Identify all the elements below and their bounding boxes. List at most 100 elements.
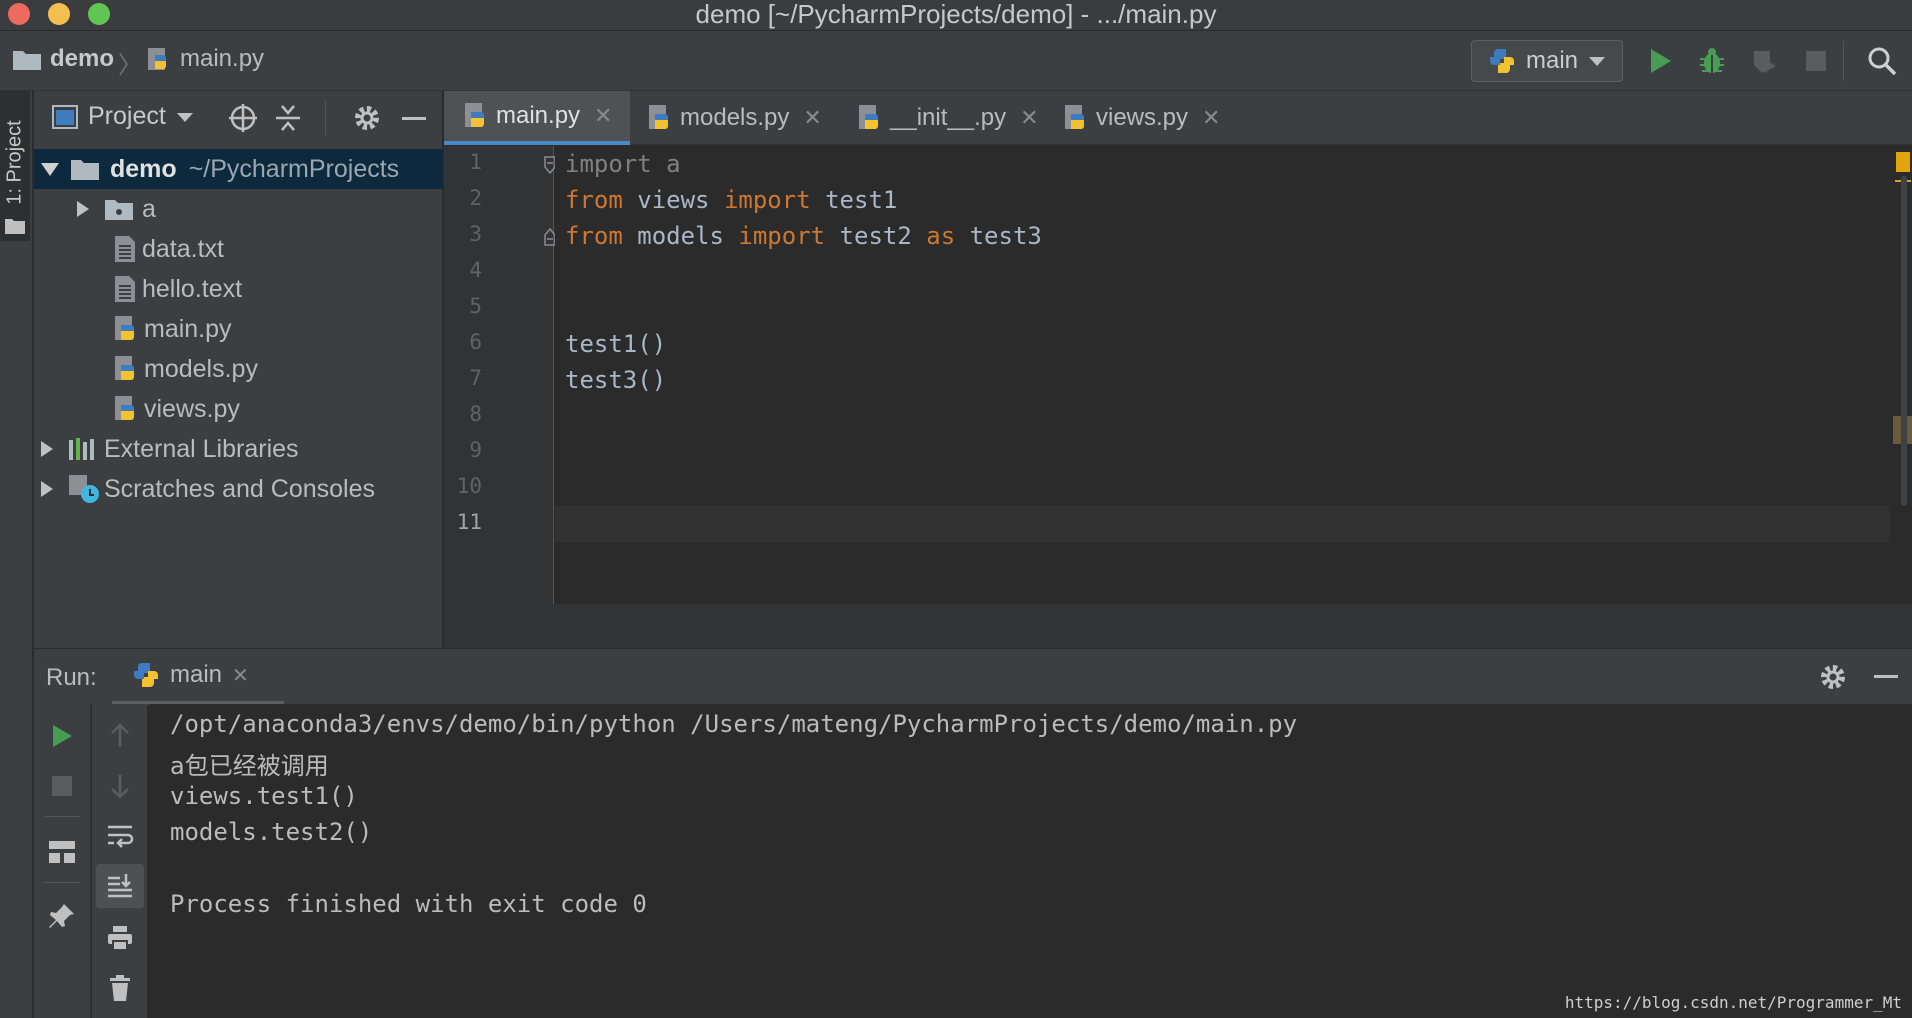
- run-settings-button[interactable]: [1818, 662, 1848, 697]
- console-line: /opt/anaconda3/envs/demo/bin/python /Use…: [170, 710, 1298, 738]
- bug-icon: [1700, 48, 1724, 73]
- gear-icon: [355, 106, 379, 130]
- tree-item-label: External Libraries: [104, 434, 299, 463]
- next-occurrence-button[interactable]: [92, 764, 148, 808]
- tab-views-py[interactable]: views.py ✕: [1064, 91, 1220, 145]
- debug-button[interactable]: [1694, 43, 1730, 79]
- tab-main-py[interactable]: main.py ✕: [444, 91, 630, 145]
- line-number: 3: [469, 222, 482, 246]
- tab-label: models.py: [680, 104, 790, 131]
- tree-item-a[interactable]: a: [34, 189, 443, 229]
- restore-layout-button[interactable]: [34, 830, 90, 874]
- breadcrumb-file[interactable]: main.py: [146, 45, 264, 73]
- console-line: models.test2(): [170, 818, 373, 846]
- pin-tab-button[interactable]: [34, 894, 90, 938]
- tab-label: main.py: [496, 102, 581, 129]
- tab-label: __init__.py: [890, 104, 1007, 131]
- hide-run-panel-button[interactable]: [1874, 675, 1898, 678]
- project-tool-window-tab[interactable]: 1: Project: [0, 91, 30, 241]
- layout-icon: [49, 841, 75, 863]
- python-icon: [1490, 49, 1514, 73]
- close-tab-icon[interactable]: ✕: [1202, 105, 1220, 131]
- collapsed-arrow-icon: [41, 481, 53, 497]
- run-button[interactable]: [1642, 43, 1678, 79]
- breadcrumb-project[interactable]: demo: [12, 45, 114, 73]
- search-everywhere-button[interactable]: [1864, 43, 1900, 79]
- scrollbar-thumb[interactable]: [1901, 176, 1907, 506]
- code-line-6: test1(): [565, 330, 667, 358]
- locate-file-button[interactable]: [228, 103, 258, 138]
- print-button[interactable]: [92, 916, 148, 960]
- breadcrumb-file-label: main.py: [180, 45, 265, 72]
- code-token: views: [622, 186, 724, 214]
- run-with-coverage-button[interactable]: [1746, 43, 1782, 79]
- hide-panel-button[interactable]: [402, 117, 426, 120]
- scroll-to-end-button[interactable]: [96, 864, 144, 908]
- code-token: import: [565, 150, 652, 178]
- line-number: 5: [469, 294, 482, 318]
- line-number: 8: [469, 402, 482, 426]
- stop-run-button[interactable]: [34, 764, 90, 808]
- run-toolbar-secondary: [92, 704, 148, 1018]
- printer-icon: [108, 926, 132, 951]
- window-title: demo [~/PycharmProjects/demo] - .../main…: [695, 0, 1217, 29]
- pin-icon: [49, 904, 74, 928]
- previous-occurrence-button[interactable]: [92, 714, 148, 758]
- scroll-to-end-icon: [108, 874, 132, 898]
- stop-icon: [52, 776, 72, 796]
- text-file-icon: [115, 236, 135, 262]
- run-configuration-selector[interactable]: main: [1471, 40, 1623, 82]
- package-folder-icon: [105, 200, 133, 220]
- collapsed-arrow-icon: [77, 201, 89, 217]
- breadcrumb-project-label: demo: [50, 45, 115, 72]
- code-editor[interactable]: import a from views import test1 from mo…: [555, 146, 1895, 604]
- tree-item-external-libraries[interactable]: External Libraries: [34, 429, 443, 469]
- tree-item-views-py[interactable]: views.py: [34, 389, 443, 429]
- expanded-arrow-icon: [41, 163, 59, 176]
- tree-item-models-py[interactable]: models.py: [34, 349, 443, 389]
- editor-scrollbar[interactable]: [1893, 146, 1912, 604]
- scratches-icon: [69, 475, 99, 503]
- tree-item-hello-text[interactable]: hello.text: [34, 269, 443, 309]
- folder-icon: [5, 219, 25, 234]
- soft-wrap-button[interactable]: [92, 814, 148, 858]
- stop-button[interactable]: [1798, 43, 1834, 79]
- close-tab-icon[interactable]: ✕: [232, 663, 249, 688]
- line-number: 1: [469, 150, 482, 174]
- text-file-icon: [115, 276, 135, 302]
- code-line-3: from models import test2 as test3: [565, 222, 1042, 250]
- chevron-down-icon: [176, 112, 193, 122]
- python-file-icon: [148, 48, 166, 70]
- library-icon: [69, 438, 94, 460]
- close-tab-icon[interactable]: ✕: [594, 103, 612, 129]
- toolbar-divider: [44, 882, 80, 883]
- inspection-status-icon[interactable]: [1896, 152, 1910, 172]
- code-token: test3: [955, 222, 1042, 250]
- run-tab-main[interactable]: main ✕: [112, 649, 284, 705]
- soft-wrap-icon: [108, 825, 134, 848]
- console-output[interactable]: /opt/anaconda3/envs/demo/bin/python /Use…: [149, 704, 1912, 1018]
- tab-models-py[interactable]: models.py ✕: [648, 91, 822, 145]
- python-file-icon: [1065, 105, 1084, 129]
- tree-item-label: main.py: [144, 314, 232, 343]
- rerun-button[interactable]: [34, 714, 90, 758]
- project-view-selector[interactable]: Project: [52, 102, 194, 131]
- line-number: 4: [469, 258, 482, 282]
- code-token: as: [926, 222, 956, 250]
- code-line-2: from views import test1: [565, 186, 897, 214]
- tree-item-label: data.txt: [142, 234, 224, 263]
- collapse-all-button[interactable]: [274, 103, 302, 138]
- tree-item-scratches[interactable]: Scratches and Consoles: [34, 469, 443, 509]
- close-tab-icon[interactable]: ✕: [1020, 105, 1038, 131]
- project-settings-button[interactable]: [352, 103, 382, 138]
- tree-item-demo[interactable]: demo ~/PycharmProjects: [34, 149, 443, 189]
- code-token: test1: [810, 186, 898, 214]
- python-file-icon: [465, 103, 484, 127]
- close-tab-icon[interactable]: ✕: [803, 105, 821, 131]
- tree-item-main-py[interactable]: main.py: [34, 309, 443, 349]
- line-number: 2: [469, 186, 482, 210]
- tab-init-py[interactable]: __init__.py ✕: [858, 91, 1039, 145]
- tree-item-data-txt[interactable]: data.txt: [34, 229, 443, 269]
- clear-all-button[interactable]: [92, 966, 148, 1010]
- python-file-icon: [649, 105, 668, 129]
